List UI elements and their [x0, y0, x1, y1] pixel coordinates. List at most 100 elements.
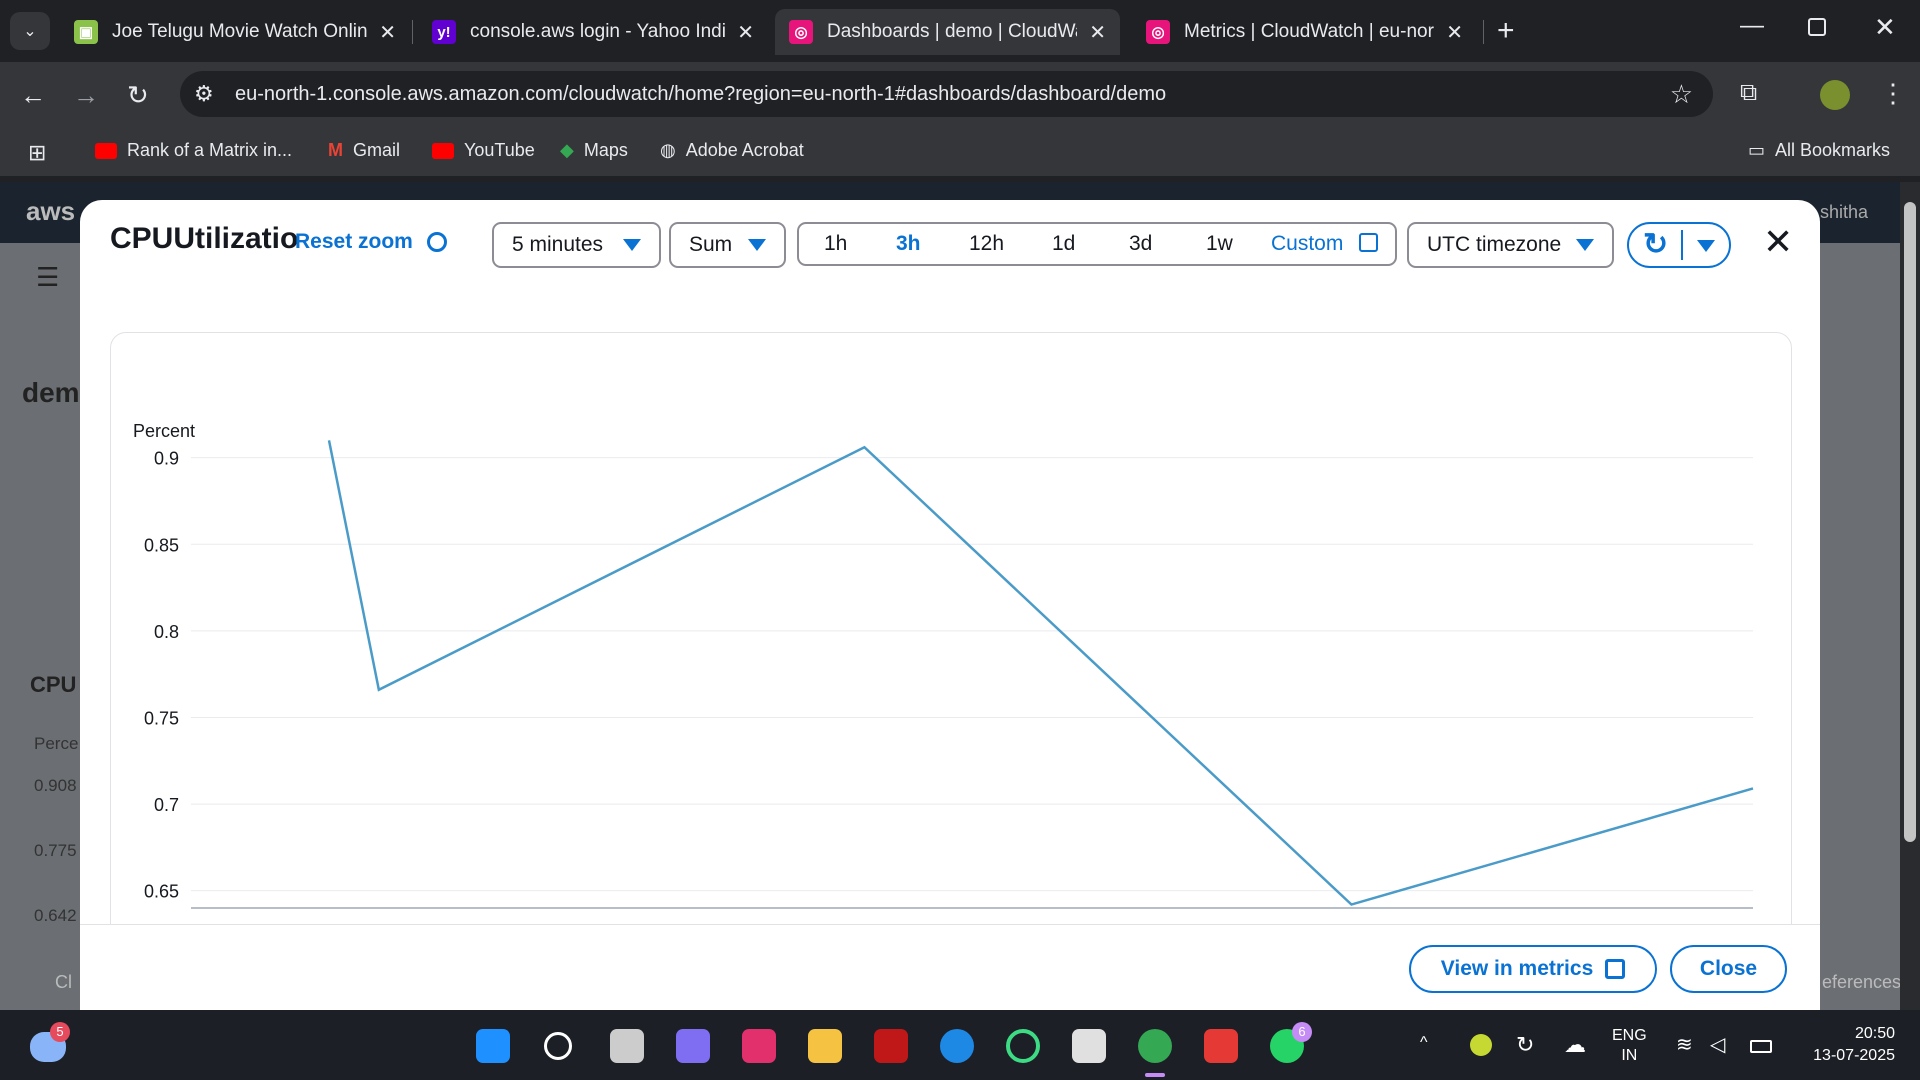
range-12h[interactable]: 12h: [969, 232, 1004, 256]
refresh-icon[interactable]: ↻: [1643, 227, 1668, 262]
tab-metrics[interactable]: ◎ Metrics | CloudWatch | eu-north-1 ✕: [1132, 9, 1477, 55]
user-menu[interactable]: shitha: [1820, 202, 1868, 223]
minimize-icon[interactable]: —: [1740, 12, 1764, 40]
modal-close-icon[interactable]: ✕: [1763, 222, 1793, 262]
bookmark-youtube[interactable]: YouTube: [432, 140, 535, 161]
range-3h[interactable]: 3h: [896, 232, 921, 256]
edge-icon[interactable]: [940, 1029, 974, 1063]
menu-icon[interactable]: ⋮: [1880, 80, 1906, 106]
close-button[interactable]: Close: [1670, 945, 1787, 993]
app-ring-icon[interactable]: [1006, 1029, 1040, 1063]
page-scrollbar[interactable]: [1900, 182, 1920, 1010]
forward-icon[interactable]: →: [73, 82, 99, 108]
close-tab-icon[interactable]: ✕: [1089, 20, 1106, 45]
joe-favicon-icon: ▣: [74, 20, 98, 44]
zoom-out-icon: [426, 232, 447, 252]
modal-footer: View in metrics Close: [80, 924, 1820, 1010]
refresh-divider: [1681, 230, 1683, 260]
restore-icon[interactable]: [1808, 18, 1826, 36]
widget-title: CPU: [30, 672, 77, 697]
scrollbar-thumb[interactable]: [1904, 202, 1916, 842]
close-tab-icon[interactable]: ✕: [1446, 20, 1463, 45]
statistic-select[interactable]: Sum: [669, 222, 786, 268]
bookmark-adobe-acrobat[interactable]: ◍ Adobe Acrobat: [660, 140, 804, 161]
wifi-icon[interactable]: ≋: [1676, 1032, 1693, 1057]
range-1d[interactable]: 1d: [1052, 232, 1075, 256]
refresh-options-icon[interactable]: [1697, 240, 1715, 252]
tab-dashboards[interactable]: ◎ Dashboards | demo | CloudWatch ✕: [775, 9, 1120, 55]
chrome-icon[interactable]: [1138, 1029, 1172, 1063]
bookmark-gmail[interactable]: M Gmail: [328, 140, 400, 161]
timezone-select[interactable]: UTC timezone: [1407, 222, 1614, 268]
new-tab-icon[interactable]: +: [1497, 14, 1515, 48]
site-info-icon[interactable]: ⚙: [194, 81, 214, 107]
caret-down-icon: [623, 239, 641, 251]
folder-icon: ▭: [1748, 140, 1766, 160]
reset-zoom-button[interactable]: Reset zoom: [295, 230, 447, 254]
apps-grid-icon[interactable]: ⊞: [28, 140, 46, 166]
close-tab-icon[interactable]: ✕: [737, 20, 754, 45]
bookmark-maps[interactable]: ◆ Maps: [560, 140, 628, 161]
widget-value-2: 0.775: [34, 841, 77, 860]
calendar-icon: [1359, 233, 1379, 252]
windows-taskbar: 5 6 ^ ↻ ☁ ENG IN ≋ ◁ 20:50 13-07-2025: [0, 1010, 1920, 1080]
tray-expand-icon[interactable]: ^: [1420, 1034, 1428, 1052]
bookmark-rank-matrix[interactable]: Rank of a Matrix in...: [95, 140, 292, 161]
range-1w[interactable]: 1w: [1206, 232, 1233, 256]
copilot-icon[interactable]: [676, 1029, 710, 1063]
widget-value-1: 0.908: [34, 776, 77, 795]
mcafee-icon[interactable]: [874, 1029, 908, 1063]
period-select[interactable]: 5 minutes: [492, 222, 661, 268]
sync-icon[interactable]: ↻: [1516, 1032, 1534, 1058]
refresh-button-group: ↻: [1627, 222, 1731, 268]
cpu-line-chart: Percent 0.9 0.85 0.8 0.75 0.7 0.65: [133, 421, 1754, 909]
reload-icon[interactable]: ↻: [127, 82, 149, 108]
tab-search-button[interactable]: ⌄: [10, 12, 50, 50]
language-indicator[interactable]: ENG IN: [1612, 1026, 1647, 1066]
view-in-metrics-button[interactable]: View in metrics: [1409, 945, 1657, 993]
clock[interactable]: 20:50 13-07-2025: [1795, 1023, 1895, 1067]
widget-value-3: 0.642: [34, 906, 77, 925]
modal-title: CPUUtilization: [110, 222, 300, 255]
range-1h[interactable]: 1h: [824, 232, 847, 256]
wps-icon[interactable]: [1204, 1029, 1238, 1063]
store-icon[interactable]: [1072, 1029, 1106, 1063]
external-link-icon: [1605, 959, 1626, 979]
cpu-series-line[interactable]: [327, 440, 1754, 906]
file-explorer-icon[interactable]: [808, 1029, 842, 1063]
dashboard-title: dem: [22, 377, 80, 408]
whatsapp-badge: 6: [1292, 1022, 1312, 1042]
cloudwatch-favicon-icon: ◎: [1146, 20, 1170, 44]
youtube-icon: [432, 142, 454, 159]
window-close-icon[interactable]: ✕: [1874, 12, 1896, 43]
globe-icon: ◍: [660, 140, 676, 160]
back-icon[interactable]: ←: [20, 82, 46, 108]
range-3d[interactable]: 3d: [1129, 232, 1152, 256]
close-tab-icon[interactable]: ✕: [379, 20, 396, 45]
instagram-icon[interactable]: [742, 1029, 776, 1063]
hamburger-icon[interactable]: ☰: [36, 262, 59, 293]
y-tick-label: 0.85: [144, 535, 179, 555]
tab-yahoo[interactable]: y! console.aws login - Yahoo India ✕: [418, 9, 768, 55]
windows-start-icon[interactable]: [476, 1029, 510, 1063]
widget-unit: Perce: [34, 734, 79, 753]
search-icon[interactable]: [544, 1032, 572, 1060]
y-tick-label: 0.8: [154, 622, 179, 642]
range-custom[interactable]: Custom: [1271, 232, 1379, 256]
caret-down-icon: [748, 239, 766, 251]
tab-separator: [412, 20, 413, 44]
volume-icon[interactable]: ◁: [1710, 1032, 1725, 1057]
extensions-icon[interactable]: ⧉: [1740, 80, 1757, 106]
profile-avatar[interactable]: [1820, 80, 1850, 110]
preferences-link[interactable]: eferences: [1822, 972, 1901, 993]
tab-bar: ⌄ ▣ Joe Telugu Movie Watch Online ✕ y! c…: [0, 0, 1920, 62]
onedrive-icon[interactable]: ☁: [1564, 1032, 1586, 1058]
cloudshell-button[interactable]: Cl: [55, 972, 72, 993]
all-bookmarks[interactable]: ▭ All Bookmarks: [1748, 140, 1890, 161]
task-view-icon[interactable]: [610, 1029, 644, 1063]
tray-app-icon[interactable]: [1470, 1034, 1492, 1056]
bookmark-star-icon[interactable]: ☆: [1670, 79, 1693, 110]
address-bar[interactable]: ⚙ eu-north-1.console.aws.amazon.com/clou…: [180, 71, 1713, 117]
tab-joe-telugu[interactable]: ▣ Joe Telugu Movie Watch Online ✕: [60, 9, 410, 55]
battery-icon[interactable]: [1750, 1040, 1772, 1053]
